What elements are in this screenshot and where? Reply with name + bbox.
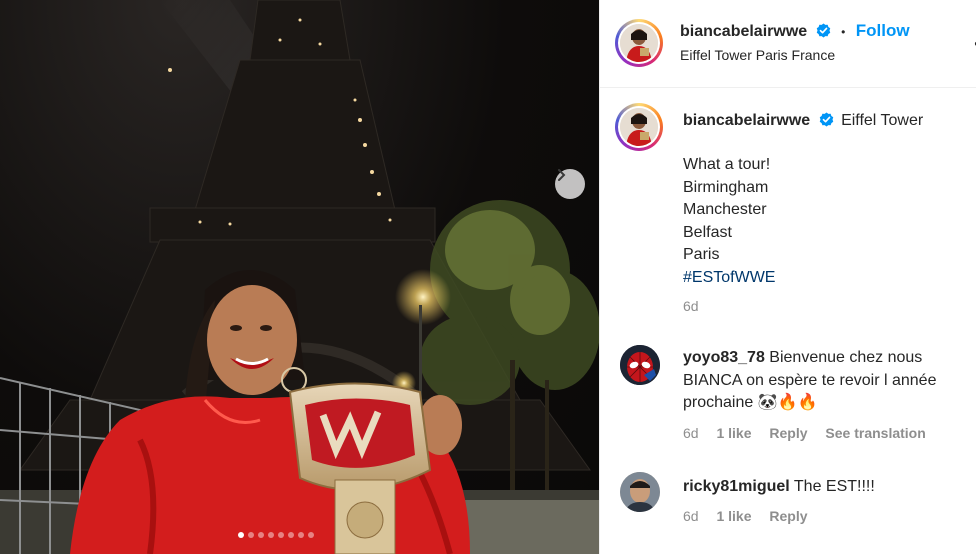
comment-likes[interactable]: 1 like — [716, 508, 751, 524]
comment-text: Bienvenue chez nous — [769, 349, 923, 366]
chevron-right-icon — [558, 169, 566, 181]
caption-line: Birmingham — [683, 178, 769, 196]
caption-username[interactable]: biancabelairwwe — [683, 112, 810, 129]
comment-text: BIANCA on espère te revoir l année — [683, 371, 937, 389]
avatar-photo-icon — [620, 108, 658, 146]
next-slide-button[interactable] — [555, 169, 585, 199]
caption-line: Belfast — [683, 223, 732, 241]
eiffel-tower-photo — [0, 0, 599, 554]
author-username[interactable]: biancabelairwwe — [680, 23, 807, 40]
reply-button[interactable]: Reply — [769, 425, 807, 441]
comment-likes[interactable]: 1 like — [716, 425, 751, 441]
post-sidebar: biancabelairwwe • Follow Eiffel Tower Pa… — [599, 0, 976, 554]
comment-timestamp[interactable]: 6d — [683, 508, 699, 524]
post-location[interactable]: Eiffel Tower Paris France — [680, 47, 835, 63]
reply-button[interactable]: Reply — [769, 508, 807, 524]
comment-text: prochaine 🐼🔥🔥 — [683, 394, 818, 411]
caption-timestamp[interactable]: 6d — [683, 298, 699, 314]
carousel-dot — [268, 532, 274, 538]
comment-avatar[interactable] — [620, 472, 660, 512]
hashtag-link[interactable]: #ESTofWWE — [683, 267, 775, 290]
comment-username[interactable]: ricky81miguel — [683, 478, 790, 495]
carousel-dot — [258, 532, 264, 538]
caption-avatar[interactable] — [615, 103, 663, 151]
caption-location: Eiffel Tower — [841, 112, 924, 129]
caption-line: Paris — [683, 246, 720, 263]
follow-button[interactable]: Follow — [856, 21, 910, 40]
carousel-dot — [298, 532, 304, 538]
author-avatar[interactable] — [615, 19, 663, 67]
carousel-dot — [238, 532, 244, 538]
carousel-dot — [288, 532, 294, 538]
spiderman-avatar-icon — [620, 345, 660, 385]
carousel-dot — [248, 532, 254, 538]
post-header: biancabelairwwe • Follow Eiffel Tower Pa… — [600, 0, 976, 88]
post-photo[interactable] — [0, 0, 599, 554]
comment-text: The EST!!!! — [793, 478, 875, 495]
see-translation-button[interactable]: See translation — [825, 425, 925, 441]
user-avatar-icon — [620, 472, 660, 512]
verified-badge-icon — [819, 112, 833, 127]
caption-line: What a tour! — [683, 156, 771, 173]
carousel-dot — [308, 532, 314, 538]
comment-timestamp[interactable]: 6d — [683, 425, 699, 441]
verified-badge-icon — [816, 23, 830, 38]
comment-username[interactable]: yoyo83_78 — [683, 349, 765, 366]
carousel-indicator — [238, 532, 314, 538]
comment-avatar[interactable] — [620, 345, 660, 385]
separator-dot: • — [841, 25, 846, 39]
avatar-photo-icon — [620, 24, 658, 62]
caption-line: Manchester — [683, 201, 767, 218]
carousel-dot — [278, 532, 284, 538]
